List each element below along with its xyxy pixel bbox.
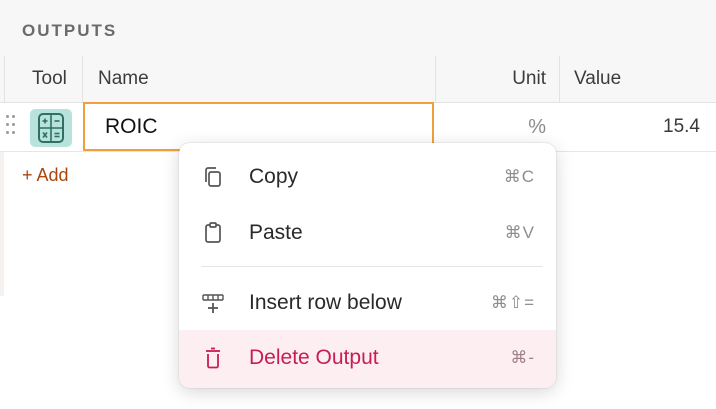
- column-header-name[interactable]: Name: [98, 56, 149, 102]
- menu-divider: [201, 266, 543, 267]
- column-divider: [82, 56, 83, 103]
- clipboard-icon: [201, 221, 225, 245]
- menu-item-insert-row-below[interactable]: Insert row below ⌘⇧=: [179, 275, 556, 331]
- column-header-unit[interactable]: Unit: [436, 56, 546, 102]
- copy-icon: [201, 165, 225, 189]
- menu-item-shortcut: ⌘C: [503, 167, 535, 186]
- section-title: OUTPUTS: [22, 21, 118, 40]
- add-output-button[interactable]: + Add: [22, 165, 69, 186]
- trash-icon: [201, 346, 225, 370]
- output-name-input[interactable]: ROIC: [105, 104, 158, 149]
- calculator-icon[interactable]: [30, 109, 72, 147]
- menu-item-delete-output[interactable]: Delete Output ⌘-: [179, 330, 556, 388]
- value-cell[interactable]: 15.4: [560, 103, 700, 151]
- table-header: Tool Name Unit Value: [0, 56, 716, 103]
- menu-item-paste[interactable]: Paste ⌘V: [179, 205, 556, 261]
- column-header-value[interactable]: Value: [574, 56, 621, 102]
- menu-item-shortcut: ⌘⇧=: [490, 293, 535, 312]
- outputs-panel: OUTPUTS Tool Name Unit Value ROIC % 15.4…: [0, 0, 716, 409]
- menu-item-shortcut: ⌘-: [510, 348, 535, 367]
- insert-row-icon: [201, 291, 225, 315]
- section-header: OUTPUTS: [0, 0, 716, 57]
- menu-item-label: Paste: [249, 221, 303, 244]
- menu-item-label: Insert row below: [249, 291, 402, 314]
- menu-item-label: Delete Output: [249, 346, 379, 369]
- menu-item-shortcut: ⌘V: [504, 223, 535, 242]
- column-header-tool[interactable]: Tool: [32, 56, 67, 102]
- menu-item-label: Copy: [249, 165, 299, 188]
- drag-handle-icon[interactable]: [6, 115, 16, 139]
- context-menu: Copy ⌘C Paste ⌘V Insert row below ⌘⇧= De…: [179, 143, 556, 388]
- menu-item-copy[interactable]: Copy ⌘C: [179, 149, 556, 205]
